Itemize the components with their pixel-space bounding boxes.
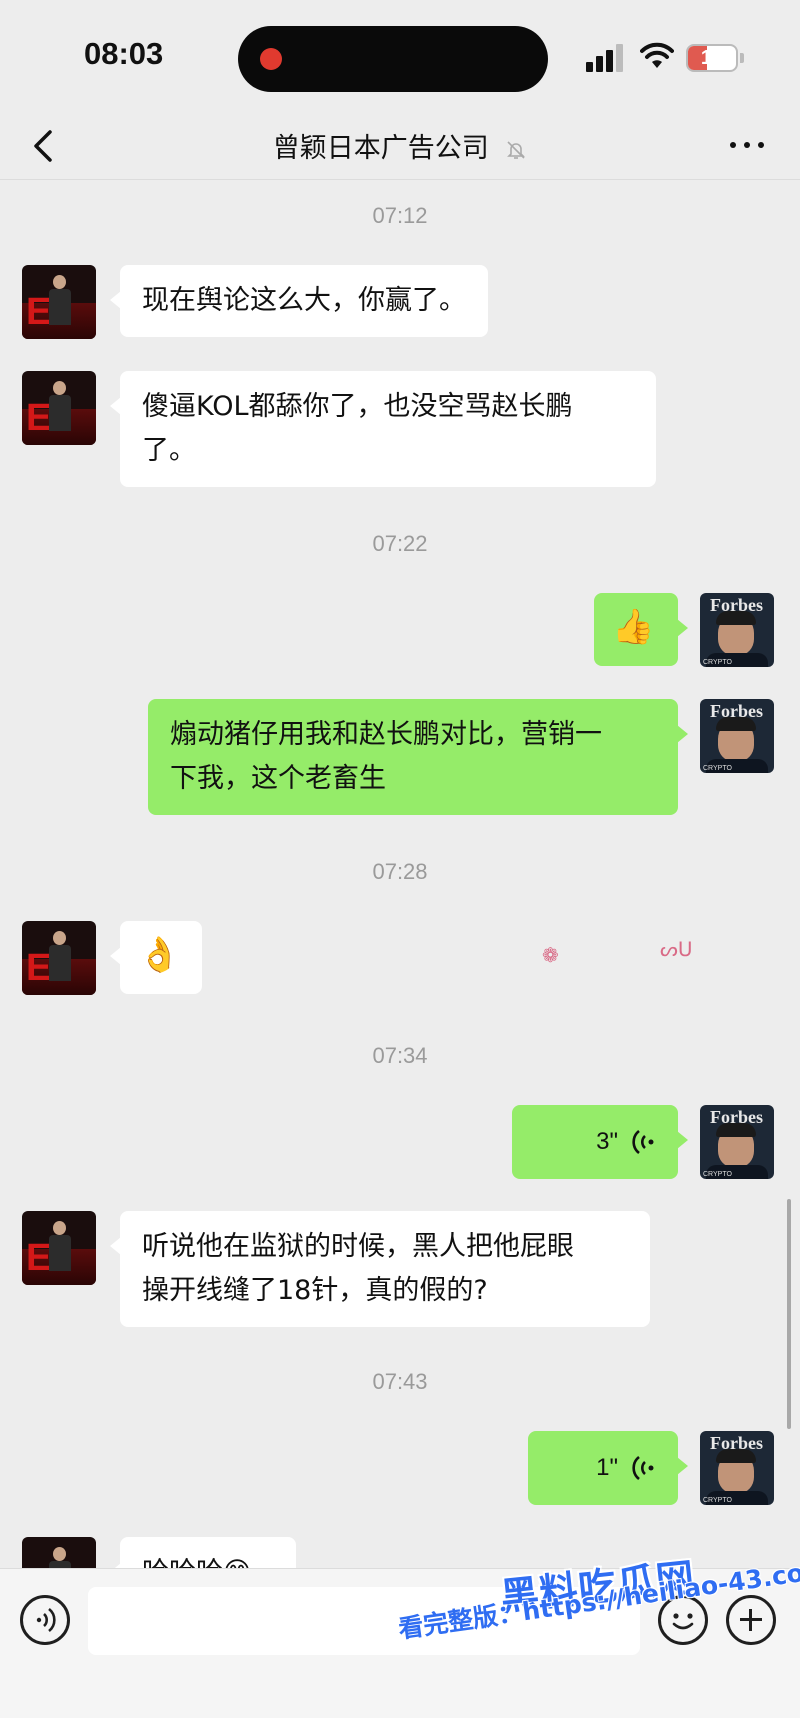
contact-avatar[interactable]: E (22, 265, 96, 339)
message-bubble-incoming[interactable]: 👌 (110, 921, 202, 994)
battery-level: 18 (700, 47, 724, 69)
avatar-person-head (53, 1547, 66, 1561)
message-bubble-incoming[interactable]: 现在舆论这么大，你赢了。 (110, 265, 488, 337)
message-bubble-incoming[interactable]: 傻逼KOL都舔你了，也没空骂赵长鹏 了。 (110, 371, 656, 487)
self-avatar[interactable]: Forbes CRYPTO (700, 699, 774, 773)
chat-title-row: 曾颖日本广告公司 (0, 126, 800, 165)
voice-duration: 1" (596, 1454, 618, 1481)
contact-avatar[interactable]: E (22, 921, 96, 995)
contact-avatar[interactable]: E (22, 1211, 96, 1285)
message-text-line: 煽动猪仔用我和赵长鹏对比，营销一 (170, 719, 602, 750)
message-bubble-outgoing[interactable]: 👍 (594, 593, 688, 666)
avatar-brand-letter: E (26, 397, 51, 439)
signal-bars-icon (586, 44, 626, 72)
status-bar: 08:03 18 (0, 0, 800, 110)
timestamp: 07:34 (372, 1043, 428, 1068)
avatar-hair (716, 611, 756, 625)
timestamp: 07:43 (372, 1369, 428, 1394)
voice-mode-icon[interactable] (20, 1595, 70, 1645)
voice-duration: 3" (596, 1128, 618, 1155)
voice-wave-icon (632, 1129, 654, 1155)
contact-avatar[interactable]: E (22, 371, 96, 445)
avatar-tag: CRYPTO (703, 765, 732, 772)
avatar-hair (716, 1449, 756, 1463)
timestamp: 07:28 (372, 859, 428, 884)
plus-circle-icon[interactable] (726, 1595, 776, 1645)
message-bubble-incoming[interactable]: 哈哈哈😄 (110, 1537, 296, 1571)
wifi-icon (640, 42, 674, 68)
chat-scrollbar[interactable] (787, 1199, 791, 1429)
avatar-person-head (53, 931, 66, 945)
avatar-brand-letter: E (26, 291, 51, 333)
timestamp: 07:12 (372, 203, 428, 228)
voice-message-outgoing[interactable]: 3" (512, 1105, 688, 1179)
timestamp: 07:22 (372, 531, 428, 556)
message-text-line: 下我，这个老畜生 (170, 763, 386, 794)
avatar-hair (716, 1123, 756, 1137)
voice-wave-icon (632, 1455, 654, 1481)
chat-header: 曾颖日本广告公司 (0, 110, 800, 180)
battery-icon: 18 (686, 44, 738, 72)
avatar-hair (716, 717, 756, 731)
self-avatar[interactable]: Forbes CRYPTO (700, 593, 774, 667)
thumbs-up-icon: 👍 (612, 607, 655, 647)
self-avatar[interactable]: Forbes CRYPTO (700, 1431, 774, 1505)
avatar-person-head (53, 1221, 66, 1235)
ok-hand-icon: 👌 (138, 935, 181, 975)
avatar-tag: CRYPTO (703, 659, 732, 666)
avatar-person-body (49, 1235, 71, 1271)
avatar-person-body (49, 395, 71, 431)
sticker-decoration-icon: ᔕᑌ (660, 937, 693, 961)
voice-message-outgoing[interactable]: 1" (528, 1431, 688, 1505)
message-bubble-incoming[interactable]: 听说他在监狱的时候，黑人把他屁眼 操开线缝了18针，真的假的? (110, 1211, 650, 1327)
avatar-brand-letter: E (26, 1237, 51, 1279)
self-avatar[interactable]: Forbes CRYPTO (700, 1105, 774, 1179)
avatar-tag: CRYPTO (703, 1171, 732, 1178)
message-text: 现在舆论这么大，你赢了。 (142, 285, 466, 316)
message-bubble-outgoing[interactable]: 煽动猪仔用我和赵长鹏对比，营销一 下我，这个老畜生 (148, 699, 688, 815)
mute-bell-icon (507, 140, 526, 159)
dynamic-island (238, 26, 548, 92)
contact-avatar[interactable]: E (22, 1537, 96, 1571)
avatar-person-body (49, 289, 71, 325)
avatar-tag: CRYPTO (703, 1497, 732, 1504)
battery-nub (740, 53, 744, 63)
message-text-line: 了。 (142, 435, 196, 466)
message-text-line: 傻逼KOL都舔你了，也没空骂赵长鹏 (142, 391, 573, 422)
message-text-line: 听说他在监狱的时候，黑人把他屁眼 (142, 1231, 574, 1262)
message-list[interactable]: 07:12 E 现在舆论这么大，你赢了。 E 傻逼KOL都舔你了，也没空骂赵长鹏… (0, 181, 800, 1571)
status-time: 08:03 (84, 36, 164, 71)
sticker-decoration-icon: ❁ (542, 943, 559, 967)
avatar-person-head (53, 275, 66, 289)
avatar-brand-letter: E (26, 947, 51, 989)
chat-title: 曾颖日本广告公司 (272, 133, 489, 164)
more-dots-icon[interactable] (728, 130, 768, 160)
avatar-person-body (49, 945, 71, 981)
record-dot-icon (260, 48, 282, 70)
avatar-person-head (53, 381, 66, 395)
message-text-line: 操开线缝了18针，真的假的? (142, 1275, 488, 1306)
